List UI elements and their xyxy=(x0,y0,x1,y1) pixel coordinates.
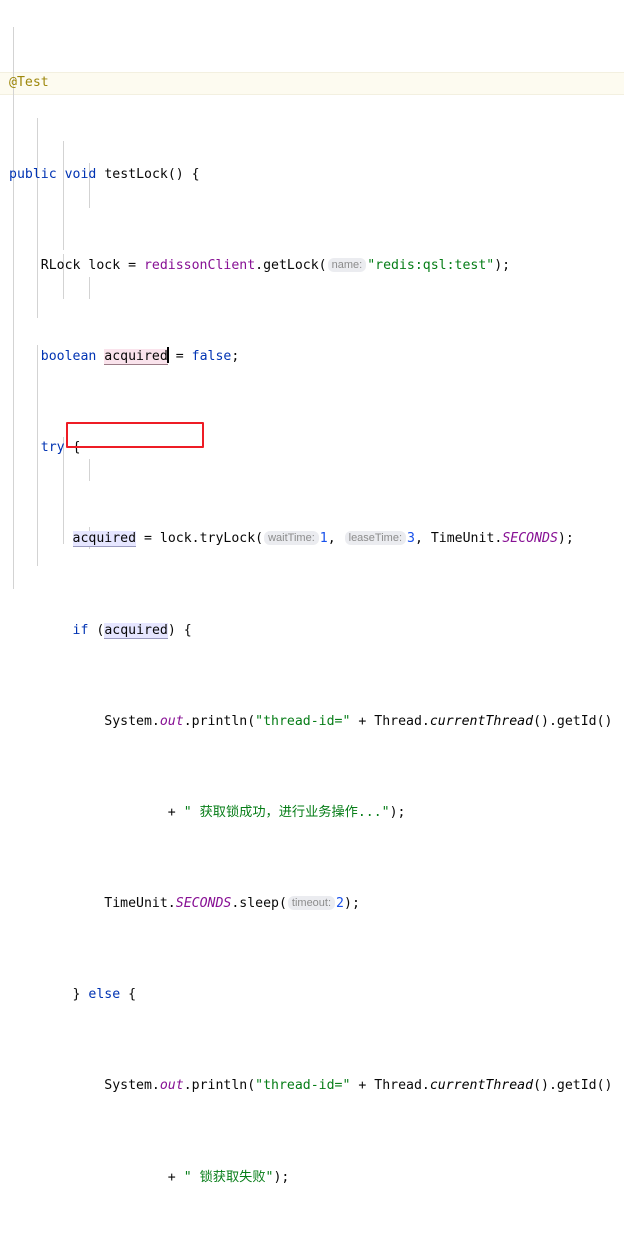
code-line-6[interactable]: acquired = lock.tryLock(waitTime: 1, leas… xyxy=(0,528,624,551)
code-line-13[interactable]: + " 锁获取失败"); xyxy=(0,1167,624,1190)
type-timeunit: TimeUnit. xyxy=(422,531,503,547)
keyword-public: public xyxy=(9,166,57,182)
call-println: .println( xyxy=(183,713,256,729)
comma: , xyxy=(414,531,423,547)
call-sleep: .sleep( xyxy=(231,896,287,912)
inlay-hint-leaseTime[interactable]: leaseTime: xyxy=(344,531,407,546)
string-thread-id: "thread-id=" xyxy=(255,713,351,729)
comma: , xyxy=(327,531,336,547)
string-thread-id: "thread-id=" xyxy=(255,1078,351,1094)
method-name-testLock: testLock() { xyxy=(104,166,200,182)
call-getLock: .getLock( xyxy=(255,257,327,273)
assign-op: = xyxy=(167,348,192,364)
call-getId: ().getId() xyxy=(533,713,613,729)
code-line-12[interactable]: System.out.println("thread-id=" + Thread… xyxy=(0,1075,624,1098)
paren-open: ( xyxy=(88,622,105,638)
brace-open: { xyxy=(183,622,192,638)
constant-seconds: SECONDS xyxy=(502,531,558,547)
string-acquire-fail: " 锁获取失败" xyxy=(183,1169,274,1185)
keyword-boolean: boolean xyxy=(40,348,97,364)
code-line-4[interactable]: boolean acquired = false; xyxy=(0,346,624,369)
paren-semi: ); xyxy=(389,804,406,820)
constant-seconds: SECONDS xyxy=(175,896,232,912)
class-timeunit: TimeUnit. xyxy=(104,896,176,912)
code-line-7[interactable]: if (acquired) { xyxy=(0,620,624,643)
call-getId: ().getId() xyxy=(533,1078,613,1094)
variable-acquired-declaration: acquired xyxy=(104,348,168,365)
code-line-3[interactable]: RLock lock = redissonClient.getLock(name… xyxy=(0,255,624,278)
code-line-1[interactable]: @Test xyxy=(0,72,624,95)
class-system: System. xyxy=(104,1078,160,1094)
code-line-11[interactable]: } else { xyxy=(0,984,624,1007)
keyword-try: try xyxy=(40,440,65,456)
code-line-8[interactable]: System.out.println("thread-id=" + Thread… xyxy=(0,711,624,734)
variable-acquired-read: acquired xyxy=(104,622,168,639)
paren-semi: ); xyxy=(557,531,574,547)
annotation-test: @Test xyxy=(9,75,49,91)
code-line-2[interactable]: public void testLock() { xyxy=(0,164,624,187)
keyword-if: if xyxy=(72,622,89,638)
keyword-void: void xyxy=(64,166,97,182)
method-currentThread: currentThread xyxy=(429,1078,534,1094)
method-currentThread: currentThread xyxy=(429,713,534,729)
paren-semi: ); xyxy=(273,1169,290,1185)
class-system: System. xyxy=(104,713,160,729)
inlay-hint-name[interactable]: name: xyxy=(327,257,367,272)
concat-op: + xyxy=(350,1078,375,1094)
brace-open: { xyxy=(128,987,137,1003)
code-line-10[interactable]: TimeUnit.SECONDS.sleep(timeout: 2); xyxy=(0,893,624,916)
string-redis-key: "redis:qsl:test" xyxy=(367,257,495,273)
field-out: out xyxy=(159,1078,184,1094)
call-tryLock: lock.tryLock( xyxy=(159,531,264,547)
code-line-5[interactable]: try { xyxy=(0,437,624,460)
string-acquire-success: " 获取锁成功，进行业务操作..." xyxy=(183,804,390,820)
literal-false: false xyxy=(191,348,232,364)
assign-op: = xyxy=(136,531,160,547)
paren-close: ) xyxy=(167,622,184,638)
paren-semi: ); xyxy=(344,896,360,912)
inlay-hint-timeout[interactable]: timeout: xyxy=(287,896,336,911)
code-line-9[interactable]: + " 获取锁成功，进行业务操作..."); xyxy=(0,802,624,825)
class-thread: Thread. xyxy=(374,713,430,729)
number-waitTime: 1 xyxy=(319,531,328,547)
class-thread: Thread. xyxy=(374,1078,430,1094)
concat-op: + xyxy=(167,1169,184,1185)
brace-open: { xyxy=(72,440,81,456)
code-editor[interactable]: @Test public void testLock() { RLock loc… xyxy=(0,0,624,1185)
concat-op: + xyxy=(167,804,184,820)
field-redissonClient: redissonClient xyxy=(143,257,256,273)
number-timeout: 2 xyxy=(336,896,344,912)
brace-close: } xyxy=(72,987,89,1003)
keyword-else: else xyxy=(88,987,121,1003)
field-out: out xyxy=(159,713,184,729)
call-println: .println( xyxy=(183,1078,256,1094)
variable-acquired-write: acquired xyxy=(72,531,137,548)
concat-op: + xyxy=(350,713,375,729)
decl-rlock: RLock lock = xyxy=(40,257,144,273)
code-text-layer[interactable]: @Test public void testLock() { RLock loc… xyxy=(0,0,624,1240)
semicolon: ; xyxy=(231,348,240,364)
inlay-hint-waitTime[interactable]: waitTime: xyxy=(264,531,319,546)
number-leaseTime: 3 xyxy=(407,531,415,547)
paren-semi: ); xyxy=(494,257,511,273)
